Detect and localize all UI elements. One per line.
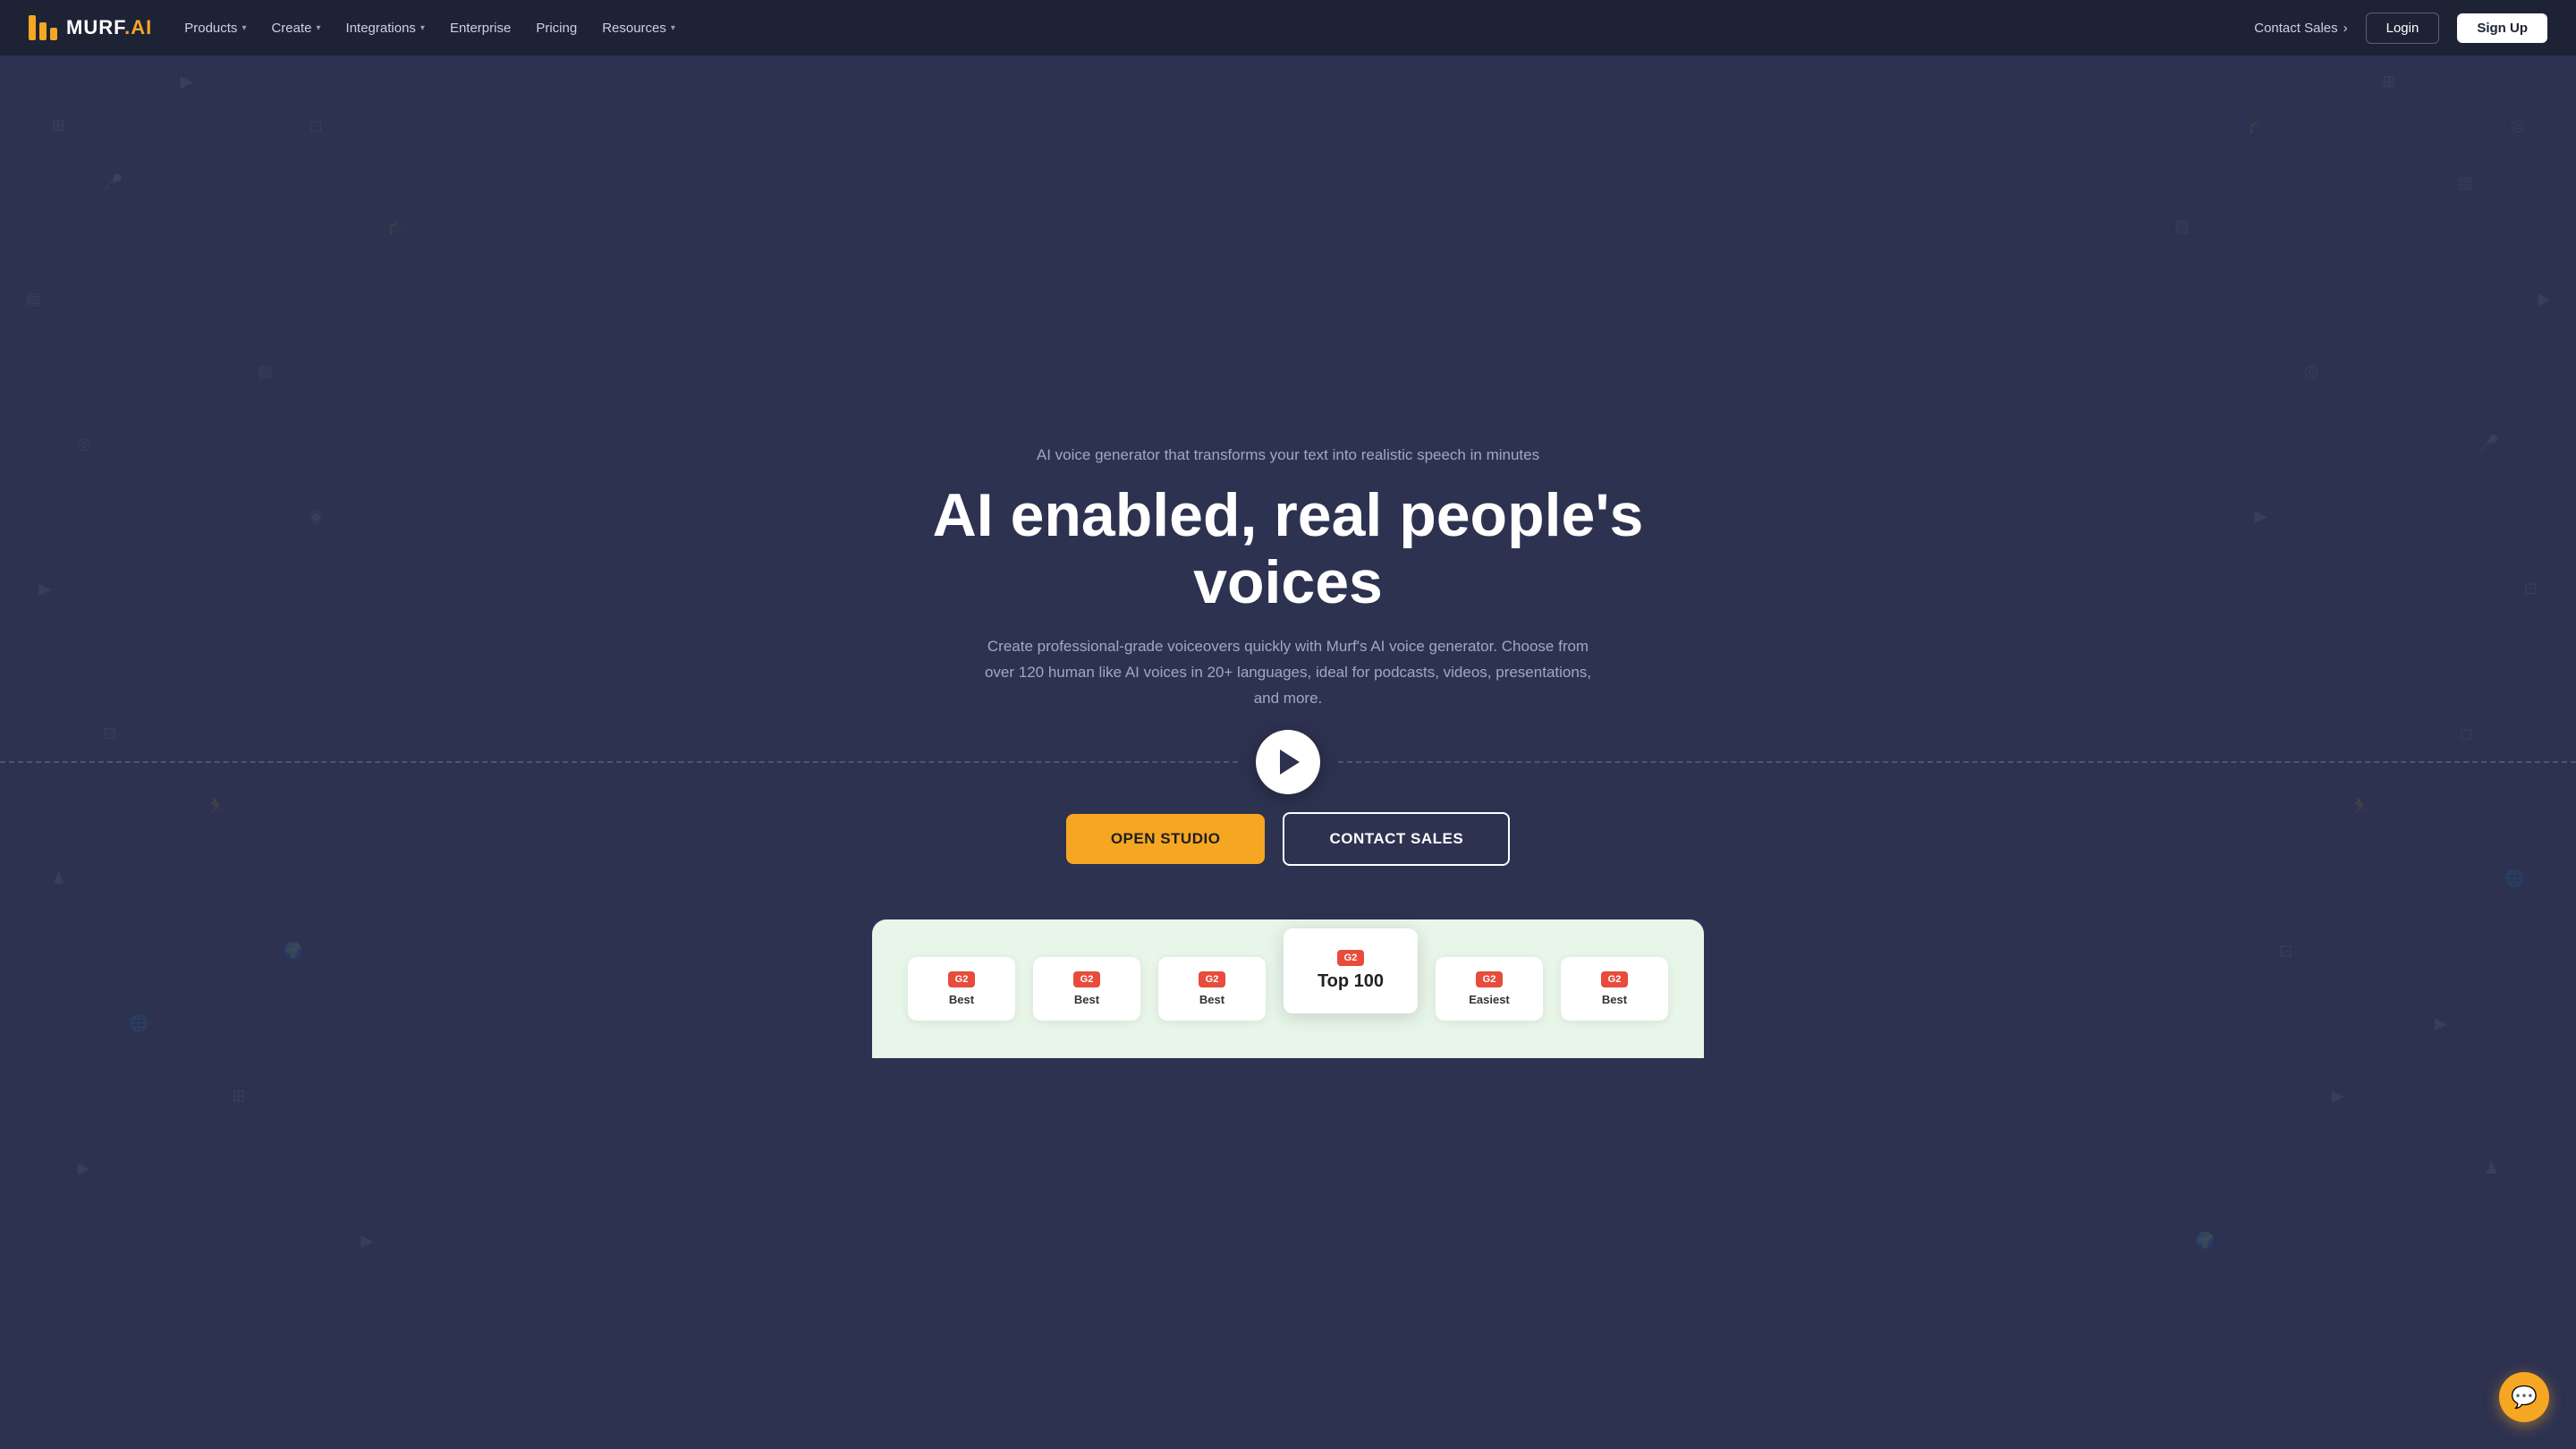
award-badge-2: G2 Best [1033,957,1140,1021]
hero-subtitle: AI voice generator that transforms your … [1037,446,1539,464]
bg-icon: ◎ [2511,116,2525,135]
bg-icon: 🌍 [2195,1232,2215,1250]
logo-icon [29,15,57,40]
bg-icon: 🎤 [103,174,123,192]
bg-icon: ▶ [77,1159,89,1178]
signup-button[interactable]: Sign Up [2457,13,2547,43]
bg-icon: ♟ [52,869,66,888]
g2-logo-2: G2 [1073,971,1101,987]
create-chevron-icon: ▾ [317,23,321,33]
hero-content: AI voice generator that transforms your … [868,446,1708,711]
bg-icon: ◻ [309,116,323,135]
nav-products[interactable]: Products ▾ [184,21,246,36]
nav-resources[interactable]: Resources ▾ [602,21,675,36]
chat-icon: 💬 [2511,1385,2538,1411]
hero-description: Create professional-grade voiceovers qui… [975,634,1601,712]
contact-sales-arrow-icon: › [2343,21,2348,36]
bg-icon: ▤ [2458,174,2473,192]
bg-icon: ▤ [258,362,273,381]
award-badge-5: G2 Best [1561,957,1668,1021]
bg-icon: 🎓 [386,217,406,236]
nav-enterprise[interactable]: Enterprise [450,21,511,36]
bg-icon: 🎓 [2247,116,2267,135]
contact-sales-button[interactable]: CONTACT SALES [1283,812,1510,866]
g2-logo-3: G2 [1199,971,1226,987]
bg-icon: ▶ [181,72,193,91]
login-button[interactable]: Login [2366,13,2440,44]
bg-icon: 🌐 [129,1014,148,1033]
integrations-chevron-icon: ▾ [420,23,425,33]
g2-logo-5: G2 [1601,971,1629,987]
bg-icon: ▶ [2435,1014,2447,1033]
hero-title: AI enabled, real people's voices [886,482,1690,616]
hero-section: ⊞ ▶ 🎤 ▤ ◎ ▶ ⊡ ♟ 🌐 ▶ ◻ 🎓 ▤ ◉ 🏃 🌍 ⊞ ▶ ◎ ⊞ … [0,0,2576,1449]
bg-icon: ⊞ [2382,72,2395,91]
award-badge-1: G2 Best [908,957,1015,1021]
bg-icon: 🏃 [206,797,225,816]
bg-icon: ⊡ [2524,580,2538,598]
logo-text: MURF.AI [66,16,152,39]
contact-sales-nav-link[interactable]: Contact Sales › [2254,21,2347,36]
logo-ai: .AI [124,16,152,38]
award-label-1: Best [949,993,974,1006]
award-label-2: Best [1074,993,1099,1006]
bg-icon: ▶ [360,1232,373,1250]
nav-links: Products ▾ Create ▾ Integrations ▾ Enter… [184,21,675,36]
bg-icon: 🏃 [2350,797,2369,816]
play-button[interactable] [1256,730,1320,794]
bg-icon: ▤ [2174,217,2190,236]
bg-icon: ▤ [26,290,41,309]
award-badge-featured: G2 Top 100 [1284,928,1418,1013]
bg-icon: ▶ [38,580,51,598]
navbar-left: MURF.AI Products ▾ Create ▾ Integrations… [29,15,675,40]
award-label-5: Best [1602,993,1627,1006]
bg-icon: ◉ [309,507,324,526]
navbar: MURF.AI Products ▾ Create ▾ Integrations… [0,0,2576,55]
award-badge-4: G2 Easiest [1436,957,1543,1021]
bg-icon: ◎ [77,435,91,453]
award-label-3: Best [1199,993,1224,1006]
navbar-right: Contact Sales › Login Sign Up [2254,13,2547,44]
g2-logo-1: G2 [948,971,976,987]
bg-icon: 🎤 [2479,435,2498,453]
award-title-featured: Top 100 [1318,971,1384,992]
g2-logo-4: G2 [1476,971,1504,987]
background-pattern: ⊞ ▶ 🎤 ▤ ◎ ▶ ⊡ ♟ 🌐 ▶ ◻ 🎓 ▤ ◉ 🏃 🌍 ⊞ ▶ ◎ ⊞ … [0,0,2576,1449]
chat-button[interactable]: 💬 [2499,1372,2549,1422]
bg-icon: ◎ [2304,362,2318,381]
logo-bar-3 [50,28,57,40]
awards-section: G2 Best G2 Best G2 Best G2 Top 100 G2 [872,919,1704,1058]
bg-icon: ⊞ [232,1087,245,1106]
nav-pricing[interactable]: Pricing [536,21,577,36]
play-triangle-icon [1280,750,1300,775]
nav-integrations[interactable]: Integrations ▾ [346,21,425,36]
bg-icon: ▶ [2255,507,2267,526]
bg-icon: ♟ [2484,1159,2498,1178]
play-section [0,730,2576,794]
g2-logo-featured: G2 [1337,950,1365,966]
award-label-4: Easiest [1469,993,1510,1006]
resources-chevron-icon: ▾ [671,23,675,33]
bg-icon: ▶ [2538,290,2550,309]
products-chevron-icon: ▾ [242,23,246,33]
bg-icon: ▶ [2332,1087,2344,1106]
logo[interactable]: MURF.AI [29,15,152,40]
dashed-line-left [0,761,1238,763]
open-studio-button[interactable]: OPEN STUDIO [1066,814,1266,864]
bg-icon: 🌐 [2504,869,2524,888]
logo-bar-1 [29,15,36,40]
cta-buttons: OPEN STUDIO CONTACT SALES [1066,812,1510,866]
bg-icon: ⊞ [52,116,65,135]
award-badge-3: G2 Best [1158,957,1266,1021]
logo-bar-2 [39,22,47,40]
dashed-line-right [1338,761,2576,763]
nav-create[interactable]: Create ▾ [271,21,320,36]
bg-icon: 🌍 [284,942,303,961]
bg-icon: ⊡ [2279,942,2292,961]
